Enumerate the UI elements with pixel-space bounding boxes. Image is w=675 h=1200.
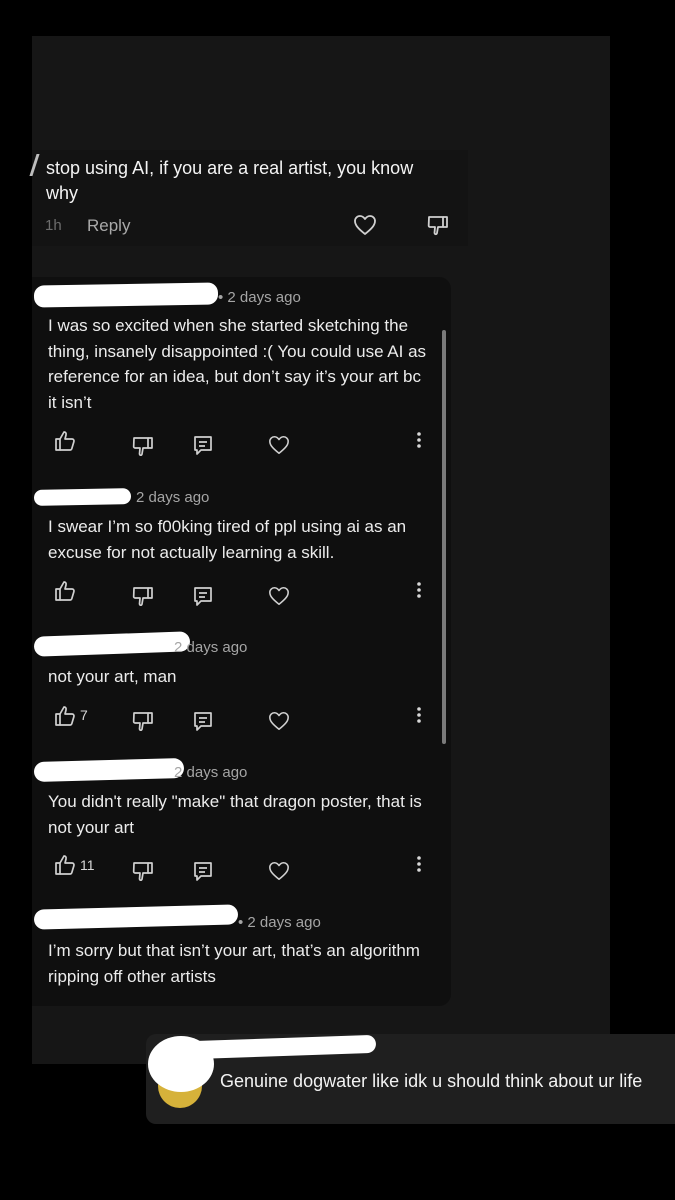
heart-icon[interactable] bbox=[353, 214, 377, 236]
more-vertical-icon[interactable] bbox=[416, 855, 422, 873]
comment-timestamp: 2 days ago bbox=[136, 489, 210, 506]
reply-button[interactable]: Reply bbox=[87, 216, 130, 236]
more-vertical-icon[interactable] bbox=[416, 581, 422, 599]
comment-text: I was so excited when she started sketch… bbox=[48, 316, 427, 412]
comment-timestamp: 2 days ago bbox=[174, 639, 248, 656]
thumbs-down-icon[interactable] bbox=[132, 435, 154, 457]
heart-icon[interactable] bbox=[268, 585, 290, 607]
like-count: 11 bbox=[80, 857, 95, 873]
reply-icon[interactable] bbox=[192, 710, 214, 732]
thumbs-down-icon[interactable] bbox=[132, 860, 154, 882]
comment-timestamp: • 2 days ago bbox=[238, 914, 321, 931]
thumbs-up-icon[interactable] bbox=[54, 854, 76, 876]
thumbs-up-icon[interactable] bbox=[54, 430, 76, 452]
comment-text: not your art, man bbox=[48, 667, 177, 686]
redacted-username bbox=[33, 488, 132, 506]
thumbs-down-icon[interactable] bbox=[132, 710, 154, 732]
more-vertical-icon[interactable] bbox=[416, 706, 422, 724]
top-comment-timestamp: 1h bbox=[45, 217, 62, 234]
heart-icon[interactable] bbox=[268, 860, 290, 882]
redacted-username bbox=[33, 758, 185, 782]
reply-icon[interactable] bbox=[192, 585, 214, 607]
top-comment-text: stop using AI, if you are a real artist,… bbox=[46, 158, 414, 203]
thumbs-down-icon[interactable] bbox=[132, 585, 154, 607]
heart-icon[interactable] bbox=[268, 434, 290, 456]
like-count: 7 bbox=[80, 707, 88, 723]
comment-timestamp: • 2 days ago bbox=[218, 289, 301, 306]
comment-timestamp: 2 days ago bbox=[174, 764, 248, 781]
panel-scrollbar[interactable] bbox=[442, 330, 446, 744]
reply-comment-text: Genuine dogwater like idk u should think… bbox=[220, 1071, 643, 1091]
reply-icon[interactable] bbox=[192, 434, 214, 456]
thumbs-up-icon[interactable] bbox=[54, 580, 76, 602]
reply-icon[interactable] bbox=[192, 860, 214, 882]
comment-text: You didn't really "make" that dragon pos… bbox=[48, 792, 422, 837]
more-vertical-icon[interactable] bbox=[416, 431, 422, 449]
thumbs-down-icon[interactable] bbox=[427, 214, 449, 236]
redacted-username bbox=[33, 282, 219, 308]
heart-icon[interactable] bbox=[268, 710, 290, 732]
comment-text: I’m sorry but that isn’t your art, that’… bbox=[48, 941, 420, 986]
comment-text: I swear I’m so f00king tired of ppl usin… bbox=[48, 517, 407, 562]
thumbs-up-icon[interactable] bbox=[54, 705, 76, 727]
